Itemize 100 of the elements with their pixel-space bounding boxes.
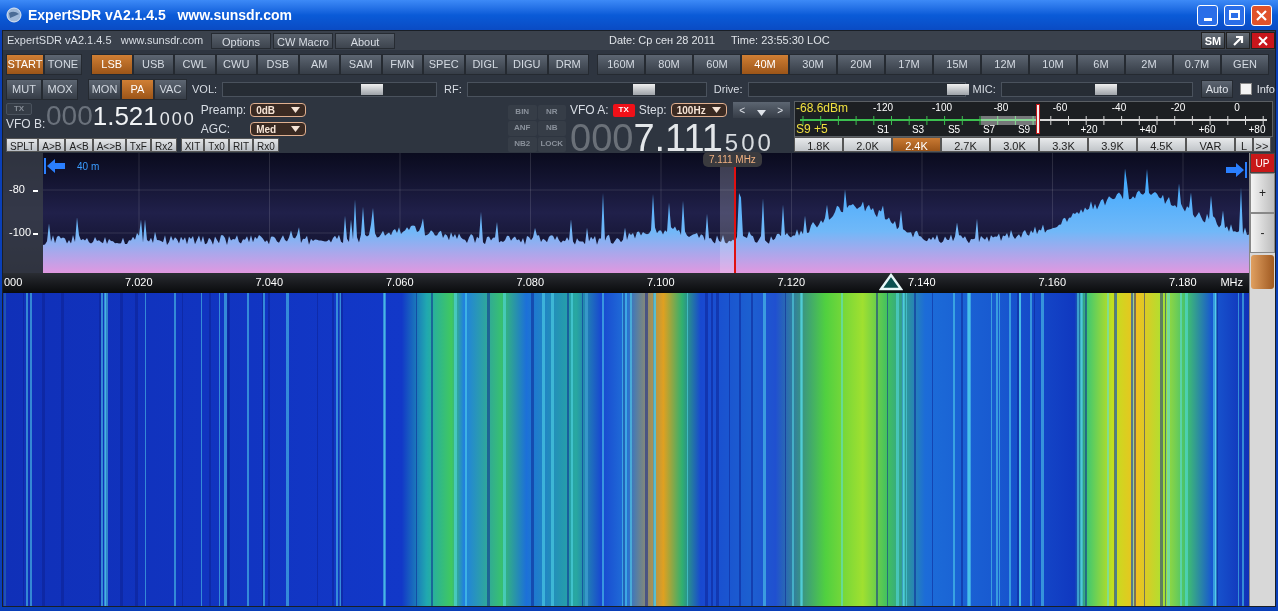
step-label: Step: xyxy=(638,102,667,119)
toggle-button[interactable]: DRM xyxy=(547,54,589,75)
filter-button[interactable]: VAR xyxy=(1186,137,1235,152)
filter-button[interactable]: 2.7K xyxy=(941,137,990,152)
small-button[interactable]: A<>B xyxy=(92,138,126,152)
small-button[interactable]: TxF xyxy=(125,138,151,152)
arrow-button[interactable] xyxy=(1226,32,1250,49)
toggle-button[interactable]: PA xyxy=(121,78,154,100)
toggle-button[interactable]: 10M xyxy=(1029,54,1077,75)
toggle-button[interactable]: 2M xyxy=(1125,54,1173,75)
slider-thumb[interactable] xyxy=(632,83,655,95)
toggle-button[interactable]: MOX xyxy=(42,78,78,100)
toggle-button[interactable]: 0.7M xyxy=(1173,54,1221,75)
toggle-button[interactable]: DIGL xyxy=(464,54,506,75)
filter-button[interactable]: 3.3K xyxy=(1039,137,1088,152)
slider-thumb[interactable] xyxy=(947,83,970,95)
toggle-button[interactable]: USB xyxy=(132,54,174,75)
dsp-button[interactable]: LOCK xyxy=(537,136,566,152)
small-button[interactable]: Rx0 xyxy=(253,138,279,152)
maximize-button[interactable] xyxy=(1224,4,1245,26)
zoom-button[interactable]: - xyxy=(1250,213,1275,253)
toggle-button[interactable]: 60M xyxy=(693,54,741,75)
menu-button[interactable]: About xyxy=(335,32,395,49)
small-button[interactable]: SPLT xyxy=(6,138,39,152)
window-title: ExpertSDR vA2.1.4.5 www.sunsdr.com xyxy=(28,5,293,25)
filter-button[interactable]: 4.5K xyxy=(1137,137,1186,152)
toggle-button[interactable]: MUT xyxy=(6,78,42,100)
filter-button[interactable]: >> xyxy=(1253,137,1271,152)
scrollbar-thumb[interactable] xyxy=(1251,255,1274,289)
toggle-button[interactable]: 20M xyxy=(837,54,885,75)
toggle-button[interactable]: CWL xyxy=(174,54,216,75)
toggle-button[interactable]: GEN xyxy=(1221,54,1269,75)
auto-button[interactable]: Auto xyxy=(1200,80,1234,98)
filter-button[interactable]: 2.0K xyxy=(843,137,892,152)
scale-label: S3 xyxy=(911,125,925,135)
toggle-button[interactable]: FMN xyxy=(381,54,423,75)
slider-thumb[interactable] xyxy=(1095,83,1118,95)
toggle-button[interactable]: VAC xyxy=(154,78,187,100)
tick-mark xyxy=(33,233,38,235)
minimize-button[interactable] xyxy=(1197,4,1218,26)
dsp-button[interactable]: ANF xyxy=(508,120,537,136)
scale-label: -120 xyxy=(873,103,893,113)
info-checkbox[interactable] xyxy=(1240,83,1252,95)
toggle-button[interactable]: 40M xyxy=(741,54,789,75)
slider-label: RF: xyxy=(443,81,463,97)
small-button[interactable]: RIT xyxy=(228,138,254,152)
toggle-button[interactable]: 15M xyxy=(933,54,981,75)
dsp-button[interactable]: BIN xyxy=(508,104,537,120)
filter-button[interactable]: 1.8K xyxy=(794,137,843,152)
slider-thumb[interactable] xyxy=(361,83,384,95)
toggle-button[interactable]: 6M xyxy=(1077,54,1125,75)
small-button[interactable]: A>B xyxy=(38,138,66,152)
filter-button[interactable]: 3.0K xyxy=(990,137,1039,152)
small-button[interactable]: A<B xyxy=(65,138,93,152)
axis-label: 7.020 xyxy=(125,277,153,288)
dropdown-arrow-icon xyxy=(711,107,721,113)
dropdown[interactable]: Med xyxy=(250,122,307,136)
diagonal-arrow-icon xyxy=(1232,34,1244,47)
toggle-button[interactable]: TONE xyxy=(44,54,82,75)
dropdown[interactable]: 100Hz xyxy=(670,103,727,117)
toggle-button[interactable]: LSB xyxy=(91,54,133,75)
toggle-button[interactable]: CWU xyxy=(215,54,257,75)
toggle-button[interactable]: AM xyxy=(298,54,340,75)
filter-button[interactable]: 3.9K xyxy=(1088,137,1137,152)
toggle-button[interactable]: 30M xyxy=(789,54,837,75)
app-label: ExpertSDR vA2.1.4.5 www.sunsdr.com xyxy=(6,33,205,49)
toggle-button[interactable]: 17M xyxy=(885,54,933,75)
dsp-button[interactable]: NB2 xyxy=(508,136,537,152)
toggle-button[interactable]: 80M xyxy=(645,54,693,75)
dsp-button[interactable]: NR xyxy=(537,104,566,120)
step-button[interactable]: < xyxy=(732,102,752,118)
toggle-button[interactable]: MON xyxy=(88,78,121,100)
close-button[interactable] xyxy=(1251,32,1275,49)
dropdown[interactable]: 0dB xyxy=(250,103,307,117)
toggle-button[interactable]: START xyxy=(6,54,44,75)
menu-button[interactable]: Options xyxy=(211,32,271,49)
small-button[interactable]: XIT xyxy=(180,138,205,152)
filter-button[interactable]: 2.4K xyxy=(892,137,941,152)
menu-button[interactable]: CW Macro xyxy=(273,32,333,49)
small-button[interactable]: Rx2 xyxy=(150,138,177,152)
frequency-digits: 000 xyxy=(570,119,634,157)
up-button[interactable]: UP xyxy=(1250,153,1275,173)
frequency-digits: 1.521 xyxy=(92,103,158,129)
slider-label: MIC: xyxy=(971,81,997,97)
scale-label: -60 xyxy=(1052,103,1068,113)
band-label: 40 m xyxy=(77,160,100,174)
scale-label: -100 xyxy=(932,103,952,113)
sm-button[interactable]: SM xyxy=(1201,32,1225,49)
toggle-button[interactable]: 12M xyxy=(981,54,1029,75)
toggle-button[interactable]: DSB xyxy=(257,54,299,75)
toggle-button[interactable]: SPEC xyxy=(423,54,465,75)
toggle-button[interactable]: 160M xyxy=(597,54,645,75)
filter-button[interactable]: L xyxy=(1235,137,1253,152)
small-button[interactable]: Tx0 xyxy=(204,138,229,152)
toggle-button[interactable]: DIGU xyxy=(506,54,548,75)
dsp-button[interactable]: NB xyxy=(537,120,566,136)
scale-label: -20 xyxy=(1170,103,1186,113)
scale-label: +60 xyxy=(1198,125,1216,135)
zoom-button[interactable]: + xyxy=(1250,173,1275,213)
toggle-button[interactable]: SAM xyxy=(340,54,382,75)
